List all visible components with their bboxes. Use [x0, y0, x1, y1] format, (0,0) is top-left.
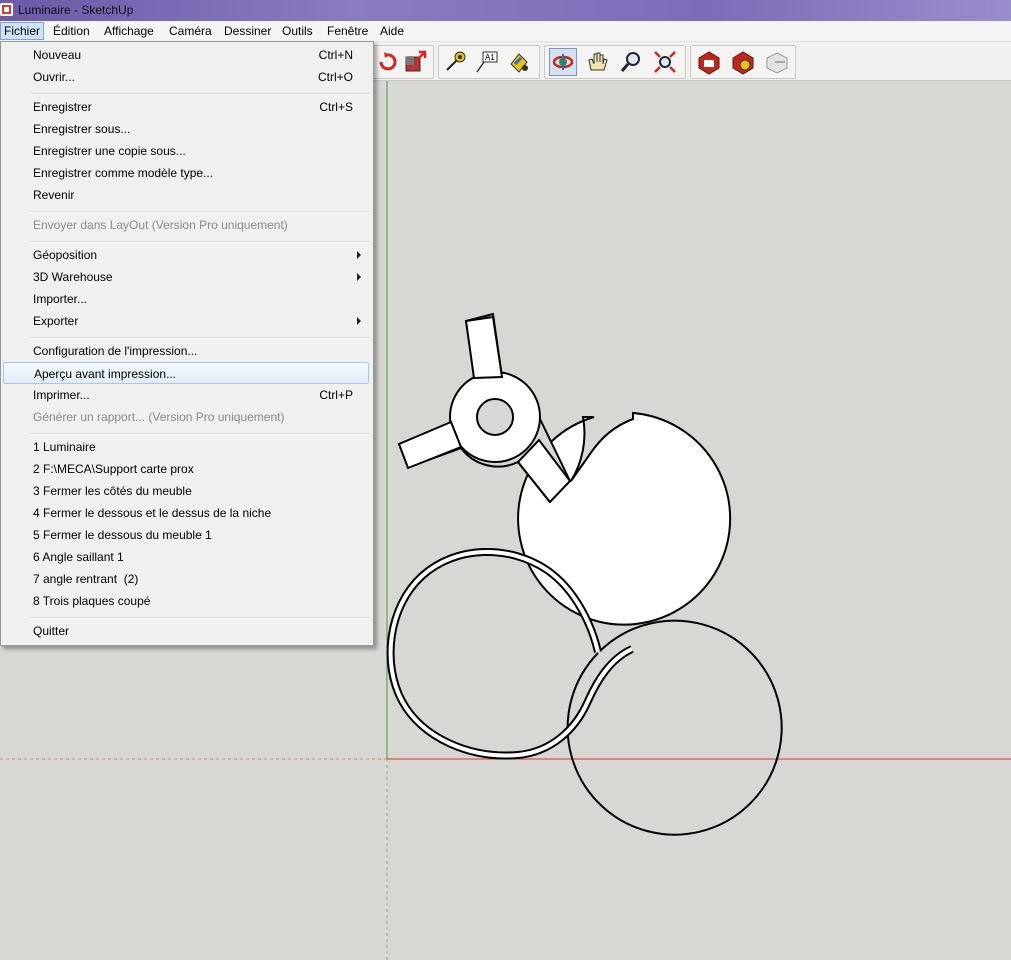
pan-icon[interactable]	[583, 48, 611, 76]
menu-item-label: Enregistrer une copie sous...	[33, 144, 186, 158]
menu-separator	[31, 337, 369, 339]
menu-item-generer-rapport: Générer un rapport... (Version Pro uniqu…	[3, 406, 369, 428]
submenu-arrow-icon	[357, 317, 361, 325]
submenu-arrow-icon	[357, 251, 361, 259]
menu-item-label: Revenir	[33, 188, 75, 202]
menu-fichier[interactable]: Fichier	[0, 22, 45, 40]
menu-outils[interactable]: Outils	[279, 23, 316, 39]
menu-item-imprimer[interactable]: Imprimer... Ctrl+P	[3, 384, 369, 406]
tape-measure-icon[interactable]	[441, 48, 469, 76]
zoom-icon[interactable]	[617, 48, 645, 76]
menu-separator	[31, 617, 369, 619]
menu-item-label: 6 Angle saillant 1	[33, 550, 124, 564]
recent-file-item[interactable]: 8 Trois plaques coupé	[3, 590, 369, 612]
menu-item-label: Enregistrer sous...	[33, 122, 131, 136]
menu-item-shortcut: Ctrl+S	[319, 100, 353, 114]
toolbar-group-camera	[544, 45, 686, 79]
menu-edition[interactable]: Édition	[50, 23, 93, 39]
recent-file-item[interactable]: 1 Luminaire	[3, 436, 369, 458]
toolbar-group-modify	[372, 45, 434, 79]
menu-separator	[31, 433, 369, 435]
file-menu-dropdown: Nouveau Ctrl+N Ouvrir... Ctrl+O Enregist…	[0, 41, 374, 646]
menu-item-shortcut: Ctrl+N	[318, 48, 353, 62]
menu-separator	[31, 211, 369, 213]
menu-item-label: 2 F:\MECA\Support carte prox	[33, 462, 194, 476]
menu-item-config-impression[interactable]: Configuration de l'impression...	[3, 340, 369, 362]
share-component-icon[interactable]	[763, 48, 791, 76]
spoke-left	[397, 420, 463, 470]
menu-item-quitter[interactable]: Quitter	[3, 620, 369, 642]
menu-item-label: 7 angle rentrant (2)	[33, 572, 139, 586]
orbit-icon[interactable]	[549, 48, 577, 76]
text-icon[interactable]: A1	[473, 48, 501, 76]
menu-item-enregistrer-modele[interactable]: Enregistrer comme modèle type...	[3, 162, 369, 184]
menu-item-label: Nouveau	[33, 48, 82, 62]
recent-file-item[interactable]: 2 F:\MECA\Support carte prox	[3, 458, 369, 480]
ring-with-tail-shape	[566, 619, 783, 836]
warehouse-get-icon[interactable]	[695, 48, 723, 76]
wheel-with-spokes-shape	[398, 312, 732, 626]
paint-bucket-icon[interactable]	[505, 48, 533, 76]
menu-item-label: Imprimer...	[33, 388, 90, 402]
menu-item-label: Géoposition	[33, 248, 98, 262]
menu-aide[interactable]: Aide	[377, 23, 407, 39]
menu-item-apercu-impression[interactable]: Aperçu avant impression...	[3, 362, 369, 384]
window-title: Luminaire - SketchUp	[18, 3, 134, 17]
menu-item-label: Importer...	[33, 292, 88, 306]
menu-fenetre[interactable]: Fenêtre	[324, 23, 371, 39]
menu-item-enregistrer-copie[interactable]: Enregistrer une copie sous...	[3, 140, 369, 162]
recent-file-item[interactable]: 4 Fermer le dessous et le dessus de la n…	[3, 502, 369, 524]
ring-outline-helper	[518, 647, 728, 857]
wheel-center-hole	[476, 398, 514, 436]
menu-item-nouveau[interactable]: Nouveau Ctrl+N	[3, 44, 369, 66]
menu-camera[interactable]: Caméra	[166, 23, 215, 39]
menu-item-ouvrir[interactable]: Ouvrir... Ctrl+O	[3, 66, 369, 88]
menu-item-revenir[interactable]: Revenir	[3, 184, 369, 206]
menu-item-shortcut: Ctrl+P	[319, 388, 353, 402]
menu-item-3d-warehouse[interactable]: 3D Warehouse	[3, 266, 369, 288]
warehouse-share-icon[interactable]	[729, 48, 757, 76]
toolbar-group-warehouse	[690, 45, 796, 79]
svg-text:A1: A1	[485, 53, 495, 62]
menu-item-label: Configuration de l'impression...	[33, 344, 198, 358]
title-bar: Luminaire - SketchUp	[0, 0, 1011, 21]
menu-item-exporter[interactable]: Exporter	[3, 310, 369, 332]
zoom-extents-icon[interactable]	[651, 48, 679, 76]
menu-item-label: Enregistrer comme modèle type...	[33, 166, 214, 180]
menu-separator	[31, 93, 369, 95]
menu-item-label: 3D Warehouse	[33, 270, 113, 284]
rotate-icon[interactable]	[373, 48, 401, 76]
menu-item-label: Exporter	[33, 314, 79, 328]
sketchup-app-icon[interactable]	[0, 3, 13, 16]
menu-item-envoyer-layout: Envoyer dans LayOut (Version Pro uniquem…	[3, 214, 369, 236]
menu-item-enregistrer-sous[interactable]: Enregistrer sous...	[3, 118, 369, 140]
menu-item-label: 3 Fermer les côtés du meuble	[33, 484, 192, 498]
menu-item-label: 1 Luminaire	[33, 440, 96, 454]
menu-item-enregistrer[interactable]: Enregistrer Ctrl+S	[3, 96, 369, 118]
recent-file-item[interactable]: 5 Fermer le dessous du meuble 1	[3, 524, 369, 546]
menu-item-label: 5 Fermer le dessous du meuble 1	[33, 528, 212, 542]
recent-file-item[interactable]: 3 Fermer les côtés du meuble	[3, 480, 369, 502]
menu-item-label: Ouvrir...	[33, 70, 76, 84]
menu-separator	[31, 241, 369, 243]
menu-bar: Fichier Édition Affichage Caméra Dessine…	[0, 21, 1011, 42]
menu-item-label: Aperçu avant impression...	[34, 367, 177, 381]
spoke-top	[464, 315, 504, 380]
menu-item-label: Enregistrer	[33, 100, 92, 114]
toolbar-group-construction: A1	[438, 45, 540, 79]
menu-dessiner[interactable]: Dessiner	[221, 23, 274, 39]
menu-item-geoposition[interactable]: Géoposition	[3, 244, 369, 266]
recent-file-item[interactable]: 6 Angle saillant 1	[3, 546, 369, 568]
menu-item-label: Quitter	[33, 624, 70, 638]
menu-item-importer[interactable]: Importer...	[3, 288, 369, 310]
scale-icon[interactable]	[401, 48, 429, 76]
menu-item-label: Envoyer dans LayOut (Version Pro uniquem…	[33, 218, 288, 232]
menu-item-label: Générer un rapport... (Version Pro uniqu…	[33, 410, 285, 424]
menu-item-label: 4 Fermer le dessous et le dessus de la n…	[33, 506, 272, 520]
recent-file-item[interactable]: 7 angle rentrant (2)	[3, 568, 369, 590]
menu-item-shortcut: Ctrl+O	[317, 70, 353, 84]
menu-affichage[interactable]: Affichage	[101, 23, 157, 39]
submenu-arrow-icon	[357, 273, 361, 281]
menu-item-label: 8 Trois plaques coupé	[33, 594, 151, 608]
